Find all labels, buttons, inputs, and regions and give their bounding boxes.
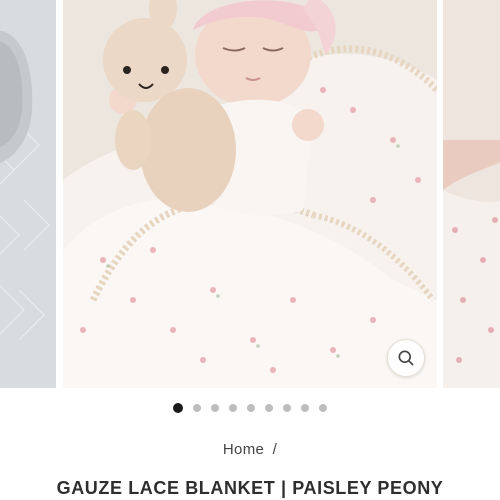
product-image-carousel[interactable] <box>0 0 500 388</box>
carousel-dot[interactable] <box>247 404 255 412</box>
carousel-dot[interactable] <box>193 404 201 412</box>
carousel-dot[interactable] <box>211 404 219 412</box>
breadcrumb-home-link[interactable]: Home <box>223 441 264 458</box>
current-slide-image[interactable] <box>63 0 437 388</box>
previous-slide-image[interactable] <box>0 0 56 388</box>
carousel-pagination <box>0 403 500 413</box>
zoom-button[interactable] <box>387 339 425 377</box>
carousel-dot[interactable] <box>173 403 183 413</box>
carousel-dot[interactable] <box>301 404 309 412</box>
carousel-dot[interactable] <box>229 404 237 412</box>
search-icon <box>396 348 416 368</box>
breadcrumb-separator: / <box>272 441 278 458</box>
product-title: GAUZE LACE BLANKET | PAISLEY PEONY <box>56 478 444 498</box>
carousel-dot[interactable] <box>319 404 327 412</box>
breadcrumb: Home / <box>0 441 500 458</box>
carousel-dot[interactable] <box>283 404 291 412</box>
next-slide-image[interactable] <box>443 0 500 388</box>
carousel-dot[interactable] <box>265 404 273 412</box>
